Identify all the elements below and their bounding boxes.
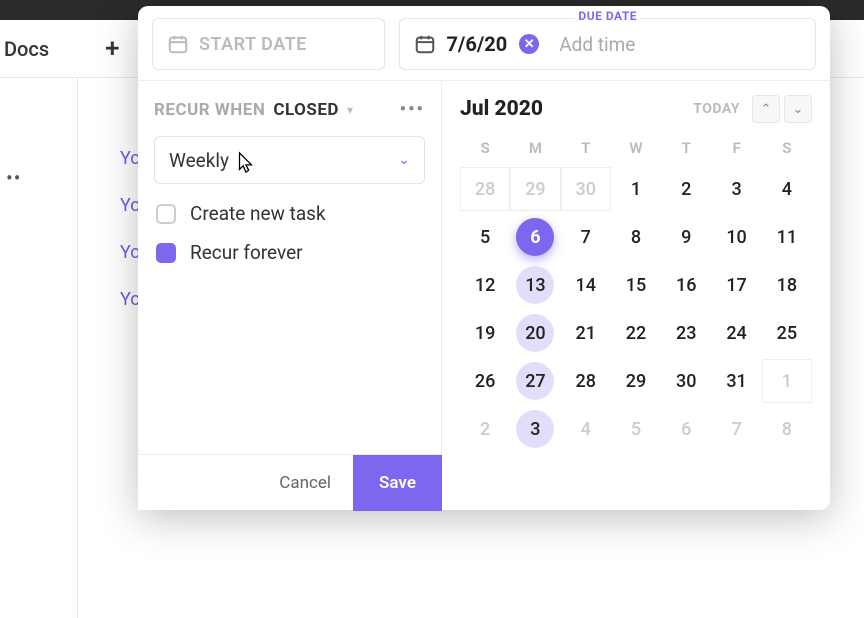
weekday-header: T xyxy=(561,133,611,163)
weekday-header: T xyxy=(661,133,711,163)
recur-forever-label: Recur forever xyxy=(190,241,303,264)
weekday-header: F xyxy=(711,133,761,163)
calendar-day[interactable]: 16 xyxy=(661,263,711,307)
checkbox-unchecked-icon xyxy=(156,204,176,224)
weekday-header: S xyxy=(762,133,812,163)
calendar-day[interactable]: 15 xyxy=(611,263,661,307)
calendar-icon xyxy=(167,33,189,55)
checkbox-checked-icon xyxy=(156,243,176,263)
due-date-field[interactable]: DUE DATE 7/6/20 ✕ Add time xyxy=(399,18,816,70)
calendar-day[interactable]: 9 xyxy=(661,215,711,259)
calendar-month-label: Jul 2020 xyxy=(460,97,543,121)
calendar-day[interactable]: 14 xyxy=(561,263,611,307)
today-button[interactable]: TODAY xyxy=(693,101,740,117)
start-date-placeholder: START DATE xyxy=(199,34,307,55)
prev-month-button[interactable]: ⌃ xyxy=(752,95,780,123)
clear-due-date-button[interactable]: ✕ xyxy=(519,34,539,54)
calendar-day[interactable]: 31 xyxy=(711,359,761,403)
calendar-day[interactable]: 22 xyxy=(611,311,661,355)
calendar-day[interactable]: 18 xyxy=(762,263,812,307)
calendar-day[interactable]: 1 xyxy=(762,359,812,403)
recur-when-label: RECUR WHEN xyxy=(154,100,265,120)
tab-docs[interactable]: Docs xyxy=(4,37,49,61)
add-time-button[interactable]: Add time xyxy=(559,33,635,56)
next-month-button[interactable]: ⌄ xyxy=(784,95,812,123)
frequency-select[interactable]: Weekly ⌄ xyxy=(154,136,425,184)
calendar-day[interactable]: 3 xyxy=(711,167,761,211)
weekday-header: S xyxy=(460,133,510,163)
calendar-day[interactable]: 7 xyxy=(561,215,611,259)
cancel-button[interactable]: Cancel xyxy=(257,455,353,511)
recur-status-dropdown[interactable]: CLOSED xyxy=(273,100,339,120)
calendar-panel: Jul 2020 TODAY ⌃ ⌄ SMTWTFS28293012345678… xyxy=(442,81,830,510)
calendar-day[interactable]: 2 xyxy=(460,407,510,451)
date-fields-row: START DATE DUE DATE 7/6/20 ✕ Add time xyxy=(138,6,830,80)
start-date-field[interactable]: START DATE xyxy=(152,18,385,70)
more-options-button[interactable]: ••• xyxy=(400,99,425,120)
chevron-down-icon: ▾ xyxy=(347,103,353,117)
calendar-day[interactable]: 30 xyxy=(561,167,611,211)
calendar-day[interactable]: 11 xyxy=(762,215,812,259)
more-icon[interactable]: •• xyxy=(6,166,22,190)
recurrence-panel: RECUR WHEN CLOSED ▾ ••• Weekly ⌄ Create … xyxy=(138,81,442,510)
save-button[interactable]: Save xyxy=(353,455,442,511)
calendar-day[interactable]: 5 xyxy=(611,407,661,451)
calendar-day[interactable]: 8 xyxy=(611,215,661,259)
calendar-grid: SMTWTFS282930123456789101112131415161718… xyxy=(460,133,812,451)
add-tab-button[interactable]: + xyxy=(105,34,119,64)
calendar-day[interactable]: 21 xyxy=(561,311,611,355)
frequency-value: Weekly xyxy=(169,149,229,172)
calendar-day[interactable]: 20 xyxy=(510,311,560,355)
calendar-day[interactable]: 4 xyxy=(561,407,611,451)
calendar-day[interactable]: 27 xyxy=(510,359,560,403)
weekday-header: M xyxy=(510,133,560,163)
calendar-day[interactable]: 10 xyxy=(711,215,761,259)
create-new-task-label: Create new task xyxy=(190,202,326,225)
calendar-day[interactable]: 3 xyxy=(510,407,560,451)
calendar-day[interactable]: 2 xyxy=(661,167,711,211)
calendar-day[interactable]: 12 xyxy=(460,263,510,307)
calendar-day[interactable]: 7 xyxy=(711,407,761,451)
calendar-day[interactable]: 26 xyxy=(460,359,510,403)
calendar-day[interactable]: 28 xyxy=(561,359,611,403)
calendar-day[interactable]: 6 xyxy=(661,407,711,451)
calendar-day[interactable]: 28 xyxy=(460,167,510,211)
calendar-day[interactable]: 30 xyxy=(661,359,711,403)
calendar-icon xyxy=(414,33,436,55)
left-rail: •• xyxy=(0,78,78,618)
calendar-day[interactable]: 29 xyxy=(611,359,661,403)
calendar-day[interactable]: 17 xyxy=(711,263,761,307)
create-new-task-option[interactable]: Create new task xyxy=(154,202,425,225)
calendar-day[interactable]: 6 xyxy=(510,215,560,259)
calendar-day[interactable]: 8 xyxy=(762,407,812,451)
weekday-header: W xyxy=(611,133,661,163)
calendar-day[interactable]: 4 xyxy=(762,167,812,211)
recur-forever-option[interactable]: Recur forever xyxy=(154,241,425,264)
date-recurrence-modal: START DATE DUE DATE 7/6/20 ✕ Add time RE… xyxy=(138,6,830,510)
modal-footer: Cancel Save xyxy=(138,454,442,510)
calendar-day[interactable]: 1 xyxy=(611,167,661,211)
calendar-day[interactable]: 29 xyxy=(510,167,560,211)
calendar-day[interactable]: 24 xyxy=(711,311,761,355)
calendar-day[interactable]: 13 xyxy=(510,263,560,307)
due-date-value: 7/6/20 xyxy=(446,32,507,56)
due-date-label: DUE DATE xyxy=(574,9,641,23)
calendar-day[interactable]: 25 xyxy=(762,311,812,355)
chevron-down-icon: ⌄ xyxy=(398,152,410,168)
calendar-day[interactable]: 19 xyxy=(460,311,510,355)
calendar-day[interactable]: 5 xyxy=(460,215,510,259)
calendar-day[interactable]: 23 xyxy=(661,311,711,355)
